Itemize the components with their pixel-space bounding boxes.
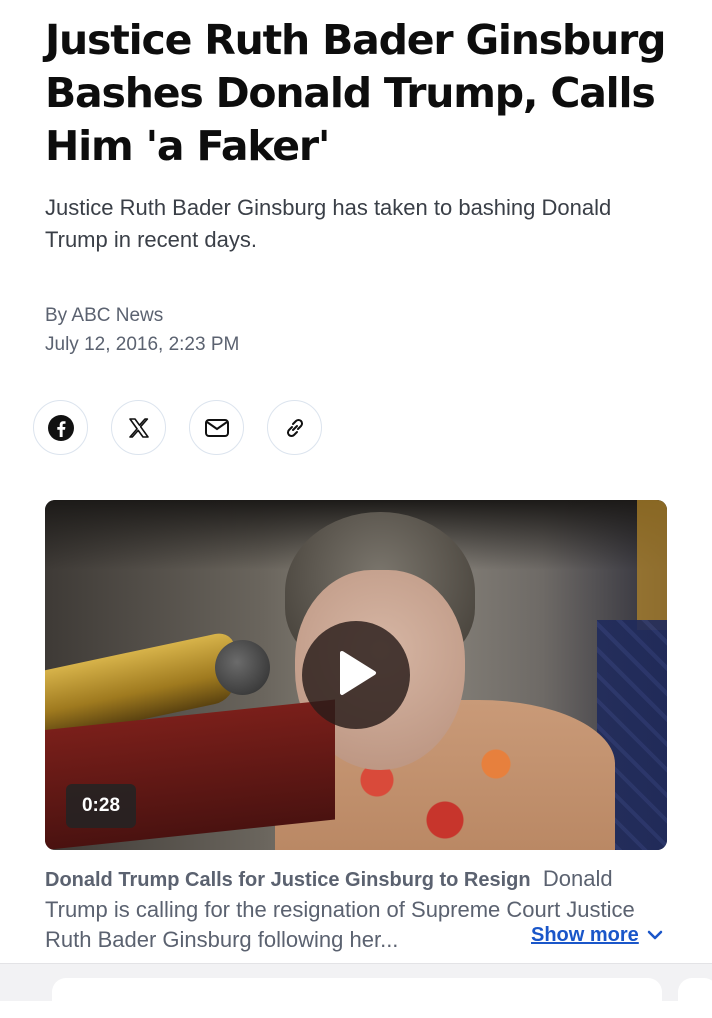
facebook-icon [47,414,75,442]
play-icon [334,649,378,702]
next-content-card[interactable] [52,978,662,1018]
article-dek: Justice Ruth Bader Ginsburg has taken to… [45,195,612,252]
play-button[interactable] [302,621,410,729]
mail-icon [204,417,230,439]
share-x-button[interactable] [111,400,166,455]
microphone-image [215,640,270,695]
next-content-card-side[interactable] [678,978,712,1018]
x-icon [127,416,151,440]
headline: Justice Ruth Bader Ginsburg Bashes Donal… [45,16,666,170]
video-caption-title: Donald Trump Calls for Justice Ginsburg … [45,869,531,891]
show-more-label: Show more [531,924,639,946]
link-icon [282,415,308,441]
chevron-down-icon [647,924,663,947]
share-link-button[interactable] [267,400,322,455]
video-player[interactable]: 0:28 [45,500,667,850]
show-more-link[interactable]: Show more [531,924,663,947]
video-duration-badge: 0:28 [66,784,136,828]
byline-author[interactable]: By ABC News [45,301,239,330]
byline: By ABC News July 12, 2016, 2:23 PM [45,301,239,359]
share-email-button[interactable] [189,400,244,455]
byline-timestamp: July 12, 2016, 2:23 PM [45,334,240,355]
share-facebook-button[interactable] [33,400,88,455]
share-row [33,400,322,455]
